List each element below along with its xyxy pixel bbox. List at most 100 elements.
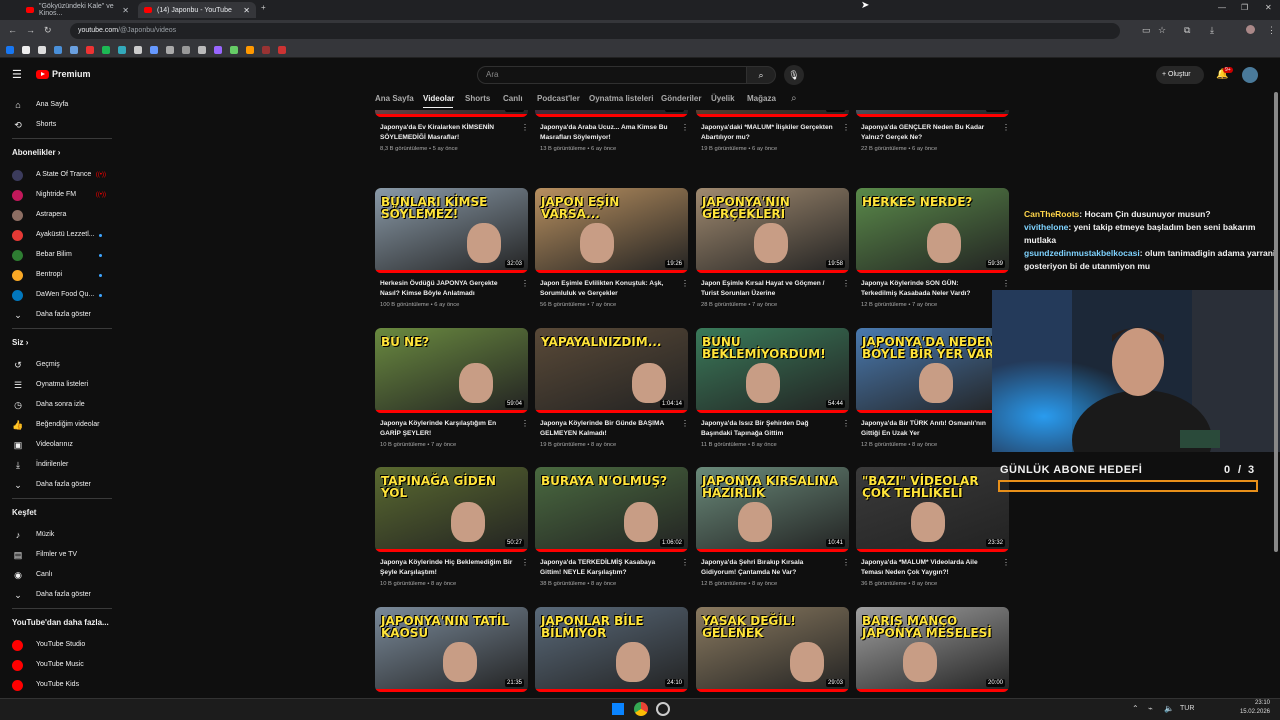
- video-thumbnail[interactable]: 18:15: [535, 110, 688, 117]
- video-thumbnail[interactable]: JAPONYA'DA NEDEN BÖYLE BİR YER VAR?: [856, 328, 1009, 413]
- sidebar-item-downloads[interactable]: ⤓ İndirilenler: [0, 456, 120, 474]
- video-title[interactable]: Japonya'da GENÇLER Neden Bu Kadar Yalnız…: [861, 123, 996, 142]
- youtube-premium-logo[interactable]: Premium: [52, 69, 91, 79]
- clock-time[interactable]: 23:10: [1240, 700, 1270, 706]
- video-thumbnail[interactable]: JAPONYA'NIN TATİL KAOSU 21:35: [375, 607, 528, 692]
- bookmark-icon[interactable]: [54, 46, 62, 54]
- video-thumbnail[interactable]: HERKES NERDE? 59:39: [856, 188, 1009, 273]
- video-title[interactable]: Japon Eşimle Evlilikten Konuştuk: Aşk, S…: [540, 279, 675, 298]
- network-icon[interactable]: ⌁: [1148, 704, 1153, 713]
- channel-tab[interactable]: Üyelik: [711, 94, 735, 103]
- channel-tab[interactable]: Mağaza: [747, 94, 776, 103]
- search-input[interactable]: Ara: [477, 66, 747, 84]
- channel-search-icon[interactable]: ⌕: [791, 93, 797, 104]
- forward-icon[interactable]: →: [26, 25, 35, 35]
- search-button[interactable]: ⌕: [746, 66, 776, 84]
- subscription-item[interactable]: Nightride FM ((•)): [0, 186, 120, 204]
- video-thumbnail[interactable]: JAPONYA KIRSALINA HAZIRLIK 10:41: [696, 467, 849, 552]
- video-more-options-icon[interactable]: ⋮: [521, 279, 529, 288]
- video-thumbnail[interactable]: BU NE? 59:04: [375, 328, 528, 413]
- youtube-app-link[interactable]: YouTube Kids: [0, 676, 120, 694]
- account-avatar[interactable]: [1242, 67, 1258, 83]
- maximize-icon[interactable]: ❐: [1241, 3, 1248, 12]
- scrollbar-thumb[interactable]: [1274, 92, 1278, 552]
- show-more-button[interactable]: ⌄ Daha fazla göster: [0, 476, 120, 494]
- video-thumbnail[interactable]: YAPAYALNIZDIM... 1:04:14: [535, 328, 688, 413]
- video-title[interactable]: Japonya'da Ev Kiralarken KİMSENİN SÖYLEM…: [380, 123, 515, 142]
- new-tab-icon[interactable]: +: [261, 3, 266, 12]
- subscription-item[interactable]: Bebar Bilim: [0, 246, 120, 264]
- bookmark-icon[interactable]: [6, 46, 14, 54]
- back-icon[interactable]: ←: [8, 25, 17, 35]
- subscriptions-heading[interactable]: Abonelikler ›: [12, 148, 60, 157]
- video-title[interactable]: Japonya Köylerinde Karşılaştığım En GARİ…: [380, 419, 515, 438]
- bookmark-icon[interactable]: [166, 46, 174, 54]
- bookmark-icon[interactable]: [118, 46, 126, 54]
- subscription-item[interactable]: A State Of Trance ((•)): [0, 166, 120, 184]
- bookmark-icon[interactable]: [150, 46, 158, 54]
- close-tab-icon[interactable]: ✕: [243, 6, 250, 15]
- channel-tab[interactable]: Oynatma listeleri: [589, 94, 653, 103]
- browser-menu-icon[interactable]: ⋮: [1267, 25, 1276, 36]
- extensions-icon[interactable]: ⧉: [1184, 25, 1190, 36]
- download-icon[interactable]: ⤓: [1210, 25, 1214, 36]
- sidebar-item-shorts[interactable]: ⟲ Shorts: [0, 116, 120, 134]
- video-thumbnail[interactable]: TAPINAĞA GİDEN YOL 50:27: [375, 467, 528, 552]
- channel-tab[interactable]: Canlı: [503, 94, 523, 103]
- video-thumbnail[interactable]: BURAYA N'OLMUŞ? 1:06:02: [535, 467, 688, 552]
- video-more-options-icon[interactable]: ⋮: [842, 558, 850, 567]
- video-title[interactable]: Japonya'da Bir TÜRK Anıtı! Osmanlı'nın G…: [861, 419, 996, 438]
- subscription-item[interactable]: DaWen Food Qu...: [0, 286, 120, 304]
- video-thumbnail[interactable]: BUNLARI KİMSE SÖYLEMEZ! 32:03: [375, 188, 528, 273]
- sidebar-item-home[interactable]: ⌂ Ana Sayfa: [0, 96, 120, 114]
- channel-tab[interactable]: Podcast'ler: [537, 94, 580, 103]
- bookmark-icon[interactable]: [214, 46, 222, 54]
- windows-start-icon[interactable]: [612, 703, 624, 715]
- subscription-item[interactable]: Bentropi: [0, 266, 120, 284]
- video-more-options-icon[interactable]: ⋮: [842, 279, 850, 288]
- create-button[interactable]: + Oluştur: [1156, 66, 1204, 84]
- bookmark-icon[interactable]: [246, 46, 254, 54]
- close-window-icon[interactable]: ✕: [1265, 3, 1272, 12]
- bookmark-icon[interactable]: [134, 46, 142, 54]
- url-input[interactable]: youtube.com/@Japonbu/videos: [70, 23, 1120, 39]
- video-more-options-icon[interactable]: ⋮: [681, 279, 689, 288]
- video-thumbnail[interactable]: YASAK DEĞİL! GELENEK 29:03: [696, 607, 849, 692]
- video-more-options-icon[interactable]: ⋮: [521, 558, 529, 567]
- show-more-button[interactable]: ⌄ Daha fazla göster: [0, 306, 120, 324]
- video-more-options-icon[interactable]: ⋮: [842, 419, 850, 428]
- video-more-options-icon[interactable]: ⋮: [681, 419, 689, 428]
- bookmark-icon[interactable]: [278, 46, 286, 54]
- bookmark-icon[interactable]: [86, 46, 94, 54]
- sidebar-item-your-videos[interactable]: ▣ Videolarınız: [0, 436, 120, 454]
- sidebar-item-watch-later[interactable]: ◷ Daha sonra izle: [0, 396, 120, 414]
- obs-taskbar-icon[interactable]: [656, 702, 670, 716]
- video-thumbnail[interactable]: BUNU BEKLEMİYORDUM! 54:44: [696, 328, 849, 413]
- sidebar-item-history[interactable]: ↺ Geçmiş: [0, 356, 120, 374]
- bookmark-icon[interactable]: [230, 46, 238, 54]
- video-thumbnail[interactable]: JAPON EŞİN VARSA... 19:26: [535, 188, 688, 273]
- youtube-app-link[interactable]: YouTube Studio: [0, 636, 120, 654]
- video-thumbnail[interactable]: 29:38: [856, 110, 1009, 117]
- video-more-options-icon[interactable]: ⋮: [1002, 123, 1010, 132]
- show-more-button[interactable]: ⌄ Daha fazla göster: [0, 586, 120, 604]
- video-thumbnail[interactable]: BARIŞ MANÇO JAPONYA MESELESİ 20:00: [856, 607, 1009, 692]
- clock-date[interactable]: 15.02.2026: [1228, 709, 1270, 715]
- bookmark-icon[interactable]: [198, 46, 206, 54]
- youtube-logo-icon[interactable]: [36, 70, 49, 79]
- cast-icon[interactable]: ▭: [1142, 25, 1151, 36]
- video-thumbnail[interactable]: 19:43: [375, 110, 528, 117]
- bookmark-icon[interactable]: [38, 46, 46, 54]
- sidebar-item-liked[interactable]: 👍 Beğendiğim videolar: [0, 416, 120, 434]
- video-title[interactable]: Japonya Köylerinde Hiç Beklemediğim Bir …: [380, 558, 515, 577]
- subscription-item[interactable]: Astrapera: [0, 206, 120, 224]
- video-title[interactable]: Japonya'da Issız Bir Şehirden Dağ Başınd…: [701, 419, 836, 438]
- close-tab-icon[interactable]: ✕: [122, 6, 129, 15]
- video-more-options-icon[interactable]: ⋮: [1002, 279, 1010, 288]
- video-title[interactable]: Japonya'da Araba Ucuz... Ama Kimse Bu Ma…: [540, 123, 675, 142]
- chrome-taskbar-icon[interactable]: [634, 702, 648, 716]
- tray-chevron-icon[interactable]: ⌃: [1132, 704, 1139, 713]
- sidebar-item-playlists[interactable]: ☰ Oynatma listeleri: [0, 376, 120, 394]
- youtube-app-link[interactable]: YouTube Music: [0, 656, 120, 674]
- channel-tab[interactable]: Gönderiler: [661, 94, 701, 103]
